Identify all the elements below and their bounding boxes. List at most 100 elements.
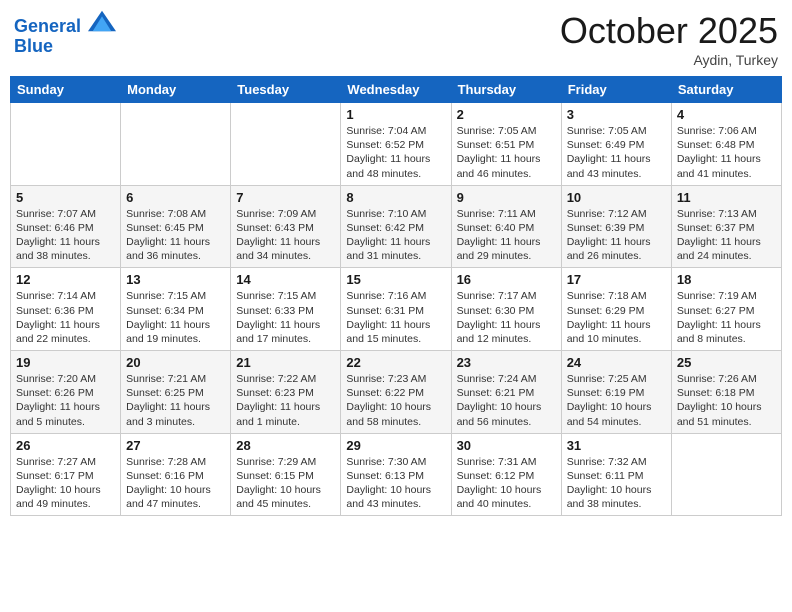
day-info: Sunrise: 7:15 AM Sunset: 6:33 PM Dayligh… bbox=[236, 289, 335, 346]
calendar-cell: 9 Sunrise: 7:11 AM Sunset: 6:40 PM Dayli… bbox=[451, 185, 561, 268]
day-info: Sunrise: 7:32 AM Sunset: 6:11 PM Dayligh… bbox=[567, 455, 666, 512]
day-info: Sunrise: 7:14 AM Sunset: 6:36 PM Dayligh… bbox=[16, 289, 115, 346]
day-info: Sunrise: 7:05 AM Sunset: 6:51 PM Dayligh… bbox=[457, 124, 556, 181]
day-info: Sunrise: 7:12 AM Sunset: 6:39 PM Dayligh… bbox=[567, 207, 666, 264]
calendar-week-row: 26 Sunrise: 7:27 AM Sunset: 6:17 PM Dayl… bbox=[11, 433, 782, 516]
calendar-cell: 14 Sunrise: 7:15 AM Sunset: 6:33 PM Dayl… bbox=[231, 268, 341, 351]
calendar-week-row: 5 Sunrise: 7:07 AM Sunset: 6:46 PM Dayli… bbox=[11, 185, 782, 268]
day-number: 26 bbox=[16, 438, 115, 453]
calendar-cell: 3 Sunrise: 7:05 AM Sunset: 6:49 PM Dayli… bbox=[561, 103, 671, 186]
calendar-cell: 8 Sunrise: 7:10 AM Sunset: 6:42 PM Dayli… bbox=[341, 185, 451, 268]
day-number: 3 bbox=[567, 107, 666, 122]
calendar-cell: 16 Sunrise: 7:17 AM Sunset: 6:30 PM Dayl… bbox=[451, 268, 561, 351]
calendar-week-row: 1 Sunrise: 7:04 AM Sunset: 6:52 PM Dayli… bbox=[11, 103, 782, 186]
calendar-cell: 4 Sunrise: 7:06 AM Sunset: 6:48 PM Dayli… bbox=[671, 103, 781, 186]
day-info: Sunrise: 7:30 AM Sunset: 6:13 PM Dayligh… bbox=[346, 455, 445, 512]
day-info: Sunrise: 7:19 AM Sunset: 6:27 PM Dayligh… bbox=[677, 289, 776, 346]
day-info: Sunrise: 7:23 AM Sunset: 6:22 PM Dayligh… bbox=[346, 372, 445, 429]
calendar-cell: 31 Sunrise: 7:32 AM Sunset: 6:11 PM Dayl… bbox=[561, 433, 671, 516]
calendar-cell bbox=[11, 103, 121, 186]
calendar-cell: 21 Sunrise: 7:22 AM Sunset: 6:23 PM Dayl… bbox=[231, 351, 341, 434]
calendar-cell: 27 Sunrise: 7:28 AM Sunset: 6:16 PM Dayl… bbox=[121, 433, 231, 516]
weekday-header-row: SundayMondayTuesdayWednesdayThursdayFrid… bbox=[11, 77, 782, 103]
day-number: 31 bbox=[567, 438, 666, 453]
day-number: 1 bbox=[346, 107, 445, 122]
day-number: 19 bbox=[16, 355, 115, 370]
calendar-cell: 24 Sunrise: 7:25 AM Sunset: 6:19 PM Dayl… bbox=[561, 351, 671, 434]
weekday-header-friday: Friday bbox=[561, 77, 671, 103]
calendar-week-row: 12 Sunrise: 7:14 AM Sunset: 6:36 PM Dayl… bbox=[11, 268, 782, 351]
calendar-cell bbox=[121, 103, 231, 186]
day-number: 27 bbox=[126, 438, 225, 453]
calendar-cell: 22 Sunrise: 7:23 AM Sunset: 6:22 PM Dayl… bbox=[341, 351, 451, 434]
calendar-cell: 15 Sunrise: 7:16 AM Sunset: 6:31 PM Dayl… bbox=[341, 268, 451, 351]
day-info: Sunrise: 7:07 AM Sunset: 6:46 PM Dayligh… bbox=[16, 207, 115, 264]
day-number: 20 bbox=[126, 355, 225, 370]
day-info: Sunrise: 7:28 AM Sunset: 6:16 PM Dayligh… bbox=[126, 455, 225, 512]
weekday-header-thursday: Thursday bbox=[451, 77, 561, 103]
calendar-cell: 30 Sunrise: 7:31 AM Sunset: 6:12 PM Dayl… bbox=[451, 433, 561, 516]
calendar-cell: 6 Sunrise: 7:08 AM Sunset: 6:45 PM Dayli… bbox=[121, 185, 231, 268]
day-number: 30 bbox=[457, 438, 556, 453]
weekday-header-tuesday: Tuesday bbox=[231, 77, 341, 103]
calendar-cell: 10 Sunrise: 7:12 AM Sunset: 6:39 PM Dayl… bbox=[561, 185, 671, 268]
day-number: 29 bbox=[346, 438, 445, 453]
day-number: 6 bbox=[126, 190, 225, 205]
day-info: Sunrise: 7:24 AM Sunset: 6:21 PM Dayligh… bbox=[457, 372, 556, 429]
calendar-cell: 19 Sunrise: 7:20 AM Sunset: 6:26 PM Dayl… bbox=[11, 351, 121, 434]
calendar-cell: 26 Sunrise: 7:27 AM Sunset: 6:17 PM Dayl… bbox=[11, 433, 121, 516]
day-info: Sunrise: 7:11 AM Sunset: 6:40 PM Dayligh… bbox=[457, 207, 556, 264]
calendar-cell: 17 Sunrise: 7:18 AM Sunset: 6:29 PM Dayl… bbox=[561, 268, 671, 351]
day-info: Sunrise: 7:29 AM Sunset: 6:15 PM Dayligh… bbox=[236, 455, 335, 512]
day-number: 8 bbox=[346, 190, 445, 205]
day-number: 4 bbox=[677, 107, 776, 122]
day-number: 18 bbox=[677, 272, 776, 287]
calendar-cell: 20 Sunrise: 7:21 AM Sunset: 6:25 PM Dayl… bbox=[121, 351, 231, 434]
day-info: Sunrise: 7:10 AM Sunset: 6:42 PM Dayligh… bbox=[346, 207, 445, 264]
day-number: 17 bbox=[567, 272, 666, 287]
calendar-cell: 1 Sunrise: 7:04 AM Sunset: 6:52 PM Dayli… bbox=[341, 103, 451, 186]
day-number: 12 bbox=[16, 272, 115, 287]
calendar-cell bbox=[231, 103, 341, 186]
day-info: Sunrise: 7:06 AM Sunset: 6:48 PM Dayligh… bbox=[677, 124, 776, 181]
day-number: 23 bbox=[457, 355, 556, 370]
day-info: Sunrise: 7:27 AM Sunset: 6:17 PM Dayligh… bbox=[16, 455, 115, 512]
calendar-week-row: 19 Sunrise: 7:20 AM Sunset: 6:26 PM Dayl… bbox=[11, 351, 782, 434]
day-number: 24 bbox=[567, 355, 666, 370]
calendar-cell: 29 Sunrise: 7:30 AM Sunset: 6:13 PM Dayl… bbox=[341, 433, 451, 516]
day-number: 7 bbox=[236, 190, 335, 205]
day-info: Sunrise: 7:20 AM Sunset: 6:26 PM Dayligh… bbox=[16, 372, 115, 429]
day-info: Sunrise: 7:31 AM Sunset: 6:12 PM Dayligh… bbox=[457, 455, 556, 512]
day-info: Sunrise: 7:21 AM Sunset: 6:25 PM Dayligh… bbox=[126, 372, 225, 429]
logo-text-blue: Blue bbox=[14, 37, 116, 57]
logo-icon bbox=[88, 10, 116, 32]
month-title: October 2025 bbox=[560, 10, 778, 52]
calendar-cell: 7 Sunrise: 7:09 AM Sunset: 6:43 PM Dayli… bbox=[231, 185, 341, 268]
day-info: Sunrise: 7:26 AM Sunset: 6:18 PM Dayligh… bbox=[677, 372, 776, 429]
day-info: Sunrise: 7:13 AM Sunset: 6:37 PM Dayligh… bbox=[677, 207, 776, 264]
weekday-header-monday: Monday bbox=[121, 77, 231, 103]
calendar-table: SundayMondayTuesdayWednesdayThursdayFrid… bbox=[10, 76, 782, 516]
day-number: 14 bbox=[236, 272, 335, 287]
day-number: 5 bbox=[16, 190, 115, 205]
day-info: Sunrise: 7:09 AM Sunset: 6:43 PM Dayligh… bbox=[236, 207, 335, 264]
day-number: 11 bbox=[677, 190, 776, 205]
logo-text: General bbox=[14, 10, 116, 37]
weekday-header-saturday: Saturday bbox=[671, 77, 781, 103]
weekday-header-wednesday: Wednesday bbox=[341, 77, 451, 103]
calendar-cell: 5 Sunrise: 7:07 AM Sunset: 6:46 PM Dayli… bbox=[11, 185, 121, 268]
location: Aydin, Turkey bbox=[560, 52, 778, 68]
calendar-cell: 13 Sunrise: 7:15 AM Sunset: 6:34 PM Dayl… bbox=[121, 268, 231, 351]
page-header: General Blue October 2025 Aydin, Turkey bbox=[10, 10, 782, 68]
day-number: 2 bbox=[457, 107, 556, 122]
calendar-cell: 25 Sunrise: 7:26 AM Sunset: 6:18 PM Dayl… bbox=[671, 351, 781, 434]
day-info: Sunrise: 7:17 AM Sunset: 6:30 PM Dayligh… bbox=[457, 289, 556, 346]
day-info: Sunrise: 7:04 AM Sunset: 6:52 PM Dayligh… bbox=[346, 124, 445, 181]
day-info: Sunrise: 7:16 AM Sunset: 6:31 PM Dayligh… bbox=[346, 289, 445, 346]
day-info: Sunrise: 7:15 AM Sunset: 6:34 PM Dayligh… bbox=[126, 289, 225, 346]
day-info: Sunrise: 7:18 AM Sunset: 6:29 PM Dayligh… bbox=[567, 289, 666, 346]
calendar-cell: 2 Sunrise: 7:05 AM Sunset: 6:51 PM Dayli… bbox=[451, 103, 561, 186]
day-number: 10 bbox=[567, 190, 666, 205]
day-number: 21 bbox=[236, 355, 335, 370]
title-block: October 2025 Aydin, Turkey bbox=[560, 10, 778, 68]
